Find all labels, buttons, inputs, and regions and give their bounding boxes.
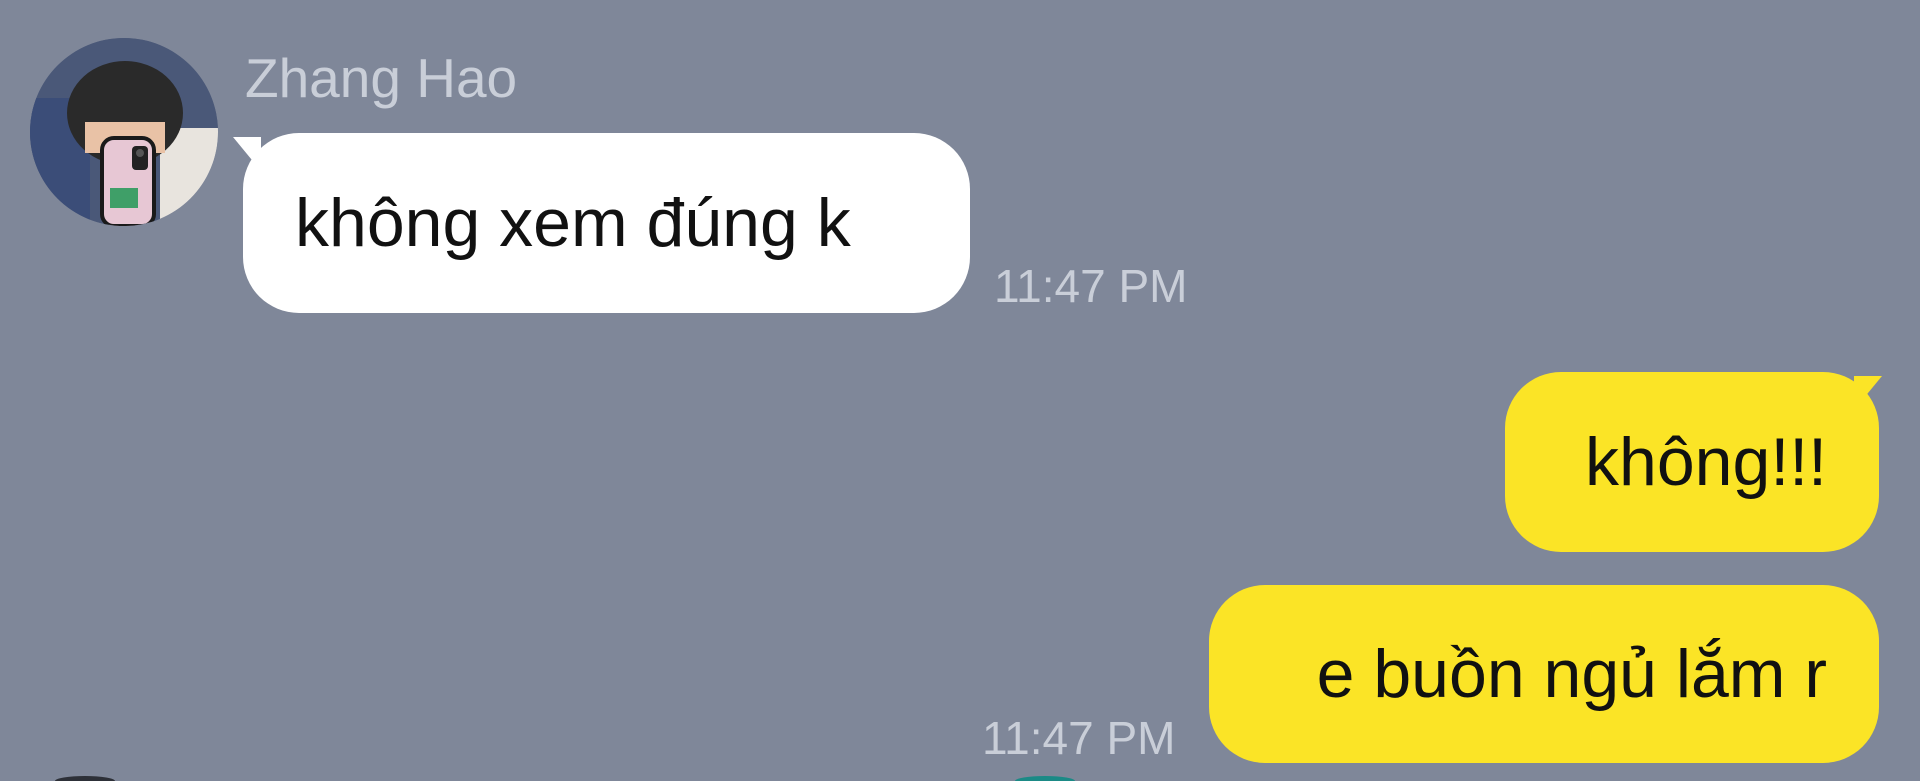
sender-name: Zhang Hao bbox=[245, 47, 518, 109]
outgoing-message-bubble[interactable]: e buồn ngủ lắm r bbox=[1209, 585, 1879, 763]
sender-avatar[interactable] bbox=[30, 38, 218, 226]
chat-area[interactable]: Zhang Hao không xem đúng k 11:47 PM khôn… bbox=[0, 0, 1920, 781]
outgoing-message-bubble[interactable]: không!!! bbox=[1505, 372, 1879, 552]
outgoing-message-text: e buồn ngủ lắm r bbox=[1316, 636, 1827, 712]
incoming-message-text: không xem đúng k bbox=[295, 185, 851, 261]
outgoing-message-text: không!!! bbox=[1585, 424, 1827, 500]
next-avatar-edge bbox=[55, 776, 115, 781]
incoming-message-bubble[interactable]: không xem đúng k bbox=[243, 133, 970, 313]
avatar-photo bbox=[30, 38, 218, 226]
next-item-edge bbox=[1015, 776, 1075, 781]
outgoing-message-time: 11:47 PM bbox=[982, 712, 1176, 764]
incoming-message-time: 11:47 PM bbox=[994, 260, 1188, 312]
